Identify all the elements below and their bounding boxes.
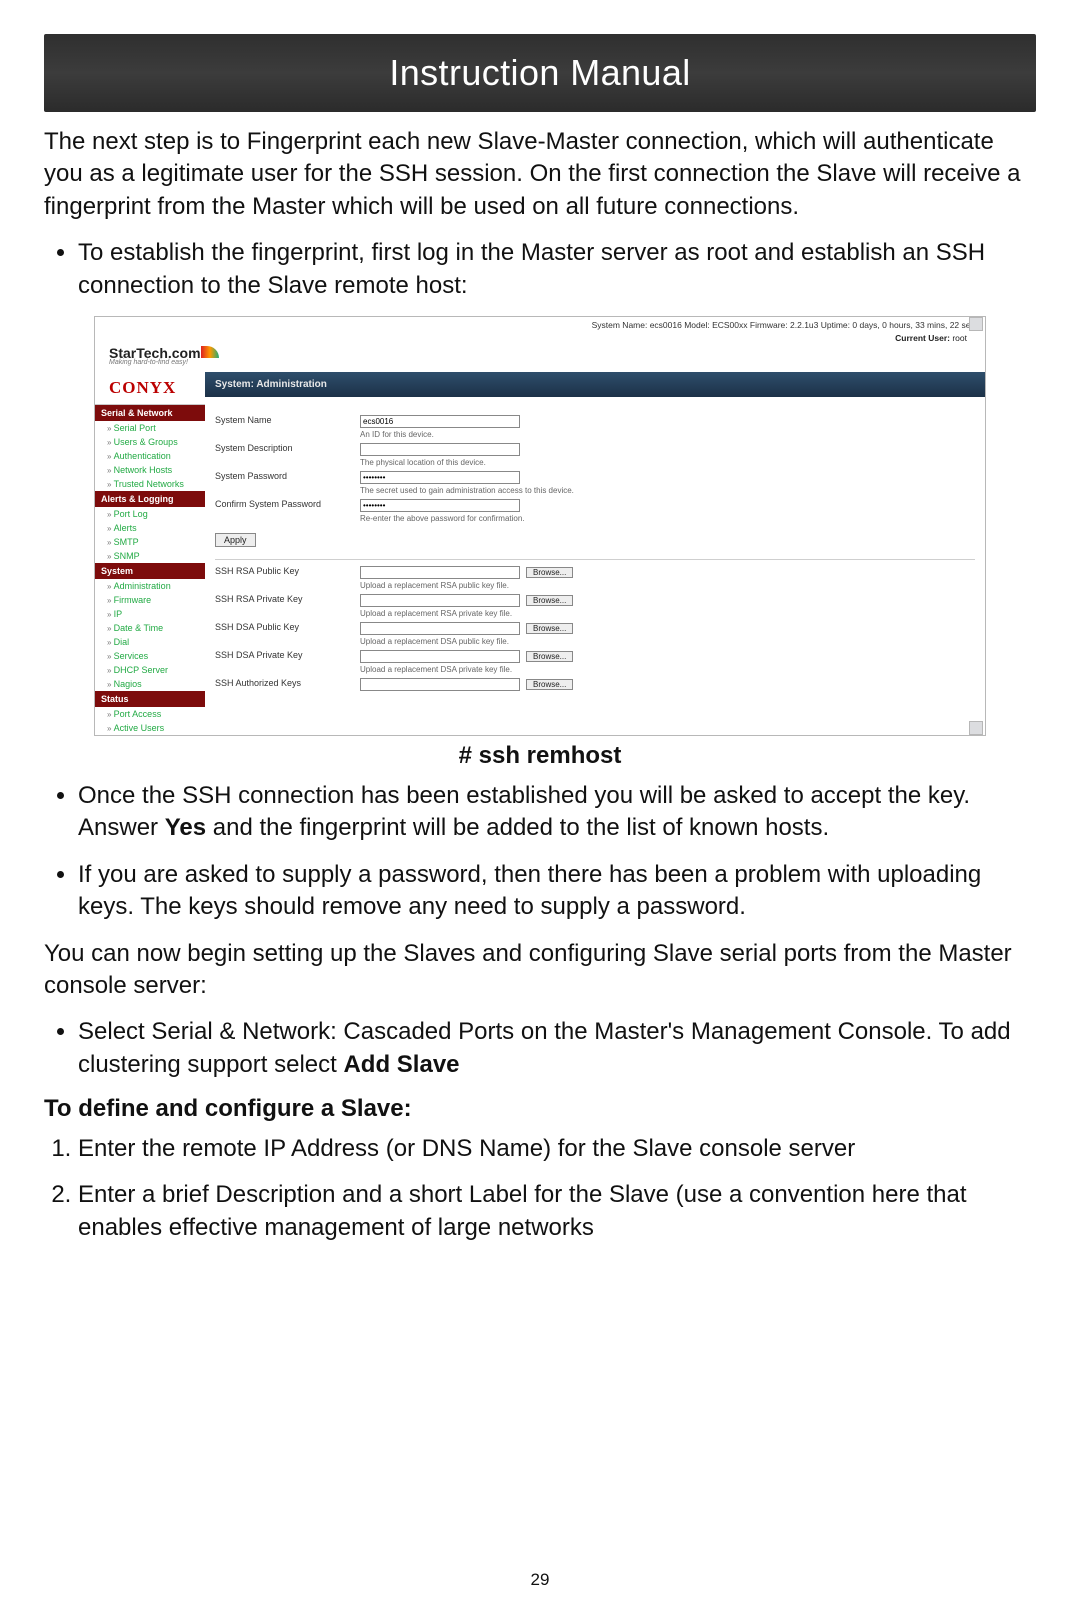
nav-section: System	[95, 563, 205, 579]
list-item: To establish the fingerprint, first log …	[78, 237, 1036, 302]
system-password-input[interactable]	[360, 471, 520, 484]
bullet-list-3: Select Serial & Network: Cascaded Ports …	[44, 1016, 1036, 1081]
numbered-list: Enter the remote IP Address (or DNS Name…	[44, 1133, 1036, 1244]
list-item: Enter the remote IP Address (or DNS Name…	[78, 1133, 1036, 1165]
nav-item[interactable]: Port Log	[95, 507, 205, 521]
list-item: Once the SSH connection has been establi…	[78, 780, 1036, 845]
nav-item[interactable]: SMTP	[95, 535, 205, 549]
browse-button[interactable]: Browse...	[526, 595, 573, 606]
nav-item[interactable]: Authentication	[95, 449, 205, 463]
nav-item[interactable]: Administration	[95, 579, 205, 593]
page-number: 29	[0, 1570, 1080, 1590]
file-input[interactable]	[360, 622, 520, 635]
nav-section: Alerts & Logging	[95, 491, 205, 507]
browse-button[interactable]: Browse...	[526, 623, 573, 634]
bullet-list-1: To establish the fingerprint, first log …	[44, 237, 1036, 302]
after-paragraph: You can now begin setting up the Slaves …	[44, 938, 1036, 1003]
embedded-screenshot: System Name: ecs0016 Model: ECS00xx Firm…	[94, 316, 986, 736]
list-item: Enter a brief Description and a short La…	[78, 1179, 1036, 1244]
list-item: If you are asked to supply a password, t…	[78, 859, 1036, 924]
system-name-input[interactable]	[360, 415, 520, 428]
nav-item[interactable]: Trusted Networks	[95, 477, 205, 491]
header-title: Instruction Manual	[389, 52, 690, 94]
shot-status-bar: System Name: ecs0016 Model: ECS00xx Firm…	[95, 317, 985, 333]
nav-section: Status	[95, 691, 205, 707]
ssh-caption: # ssh remhost	[44, 742, 1036, 770]
confirm-password-input[interactable]	[360, 499, 520, 512]
sidebar-nav: Serial & NetworkSerial PortUsers & Group…	[95, 405, 205, 735]
conyx-brand: CONYX	[95, 372, 205, 405]
nav-item[interactable]: Dial	[95, 635, 205, 649]
nav-item[interactable]: Active Users	[95, 721, 205, 735]
nav-item[interactable]: IP	[95, 607, 205, 621]
browse-button[interactable]: Browse...	[526, 651, 573, 662]
nav-section: Serial & Network	[95, 405, 205, 421]
nav-item[interactable]: Services	[95, 649, 205, 663]
intro-paragraph: The next step is to Fingerprint each new…	[44, 126, 1036, 223]
apply-button[interactable]: Apply	[215, 533, 256, 547]
nav-item[interactable]: Serial Port	[95, 421, 205, 435]
manual-page: Instruction Manual The next step is to F…	[0, 0, 1080, 1620]
list-item: Select Serial & Network: Cascaded Ports …	[78, 1016, 1036, 1081]
scroll-up-icon[interactable]	[969, 317, 983, 331]
file-input[interactable]	[360, 594, 520, 607]
browse-button[interactable]: Browse...	[526, 679, 573, 690]
nav-item[interactable]: Network Hosts	[95, 463, 205, 477]
scroll-down-icon[interactable]	[969, 721, 983, 735]
system-description-input[interactable]	[360, 443, 520, 456]
nav-item[interactable]: DHCP Server	[95, 663, 205, 677]
browse-button[interactable]: Browse...	[526, 567, 573, 578]
bullet-list-2: Once the SSH connection has been establi…	[44, 780, 1036, 924]
nav-item[interactable]: Date & Time	[95, 621, 205, 635]
nav-item[interactable]: SNMP	[95, 549, 205, 563]
logo-swoosh-icon	[201, 346, 219, 358]
admin-form: System Name An ID for this device. Syste…	[205, 405, 985, 735]
breadcrumb: System: Administration	[205, 372, 985, 397]
nav-item[interactable]: Alerts	[95, 521, 205, 535]
file-input[interactable]	[360, 566, 520, 579]
logo-block: StarTech.com Making hard-to-find easy!	[95, 343, 985, 372]
nav-item[interactable]: Firmware	[95, 593, 205, 607]
nav-item[interactable]: Users & Groups	[95, 435, 205, 449]
subheading: To define and configure a Slave:	[44, 1095, 1036, 1123]
header-band: Instruction Manual	[44, 34, 1036, 112]
file-input[interactable]	[360, 650, 520, 663]
nav-item[interactable]: Port Access	[95, 707, 205, 721]
nav-item[interactable]: Nagios	[95, 677, 205, 691]
file-input[interactable]	[360, 678, 520, 691]
